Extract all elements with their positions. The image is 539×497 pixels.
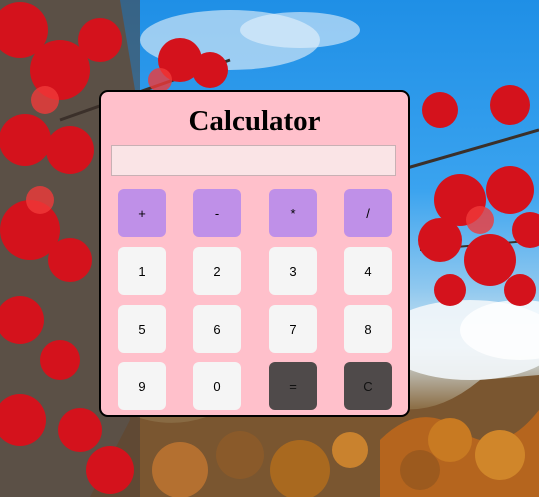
calculator-panel: Calculator + - * / 1 2 3 4 5 6 7 8 9 0 =… — [99, 90, 410, 417]
digit-7-button[interactable]: 7 — [269, 305, 317, 353]
digit-3-button[interactable]: 3 — [269, 247, 317, 295]
multiply-button[interactable]: * — [269, 189, 317, 237]
calculator-title: Calculator — [188, 105, 321, 137]
digit-0-button[interactable]: 0 — [193, 362, 241, 410]
digit-9-button[interactable]: 9 — [118, 362, 166, 410]
clear-button[interactable]: C — [344, 362, 392, 410]
digit-1-button[interactable]: 1 — [118, 247, 166, 295]
digit-8-button[interactable]: 8 — [344, 305, 392, 353]
digit-5-button[interactable]: 5 — [118, 305, 166, 353]
divide-button[interactable]: / — [344, 189, 392, 237]
calculator-display-input[interactable] — [111, 145, 396, 176]
minus-button[interactable]: - — [193, 189, 241, 237]
digit-6-button[interactable]: 6 — [193, 305, 241, 353]
digit-4-button[interactable]: 4 — [344, 247, 392, 295]
equals-button[interactable]: = — [269, 362, 317, 410]
digit-2-button[interactable]: 2 — [193, 247, 241, 295]
plus-button[interactable]: + — [118, 189, 166, 237]
